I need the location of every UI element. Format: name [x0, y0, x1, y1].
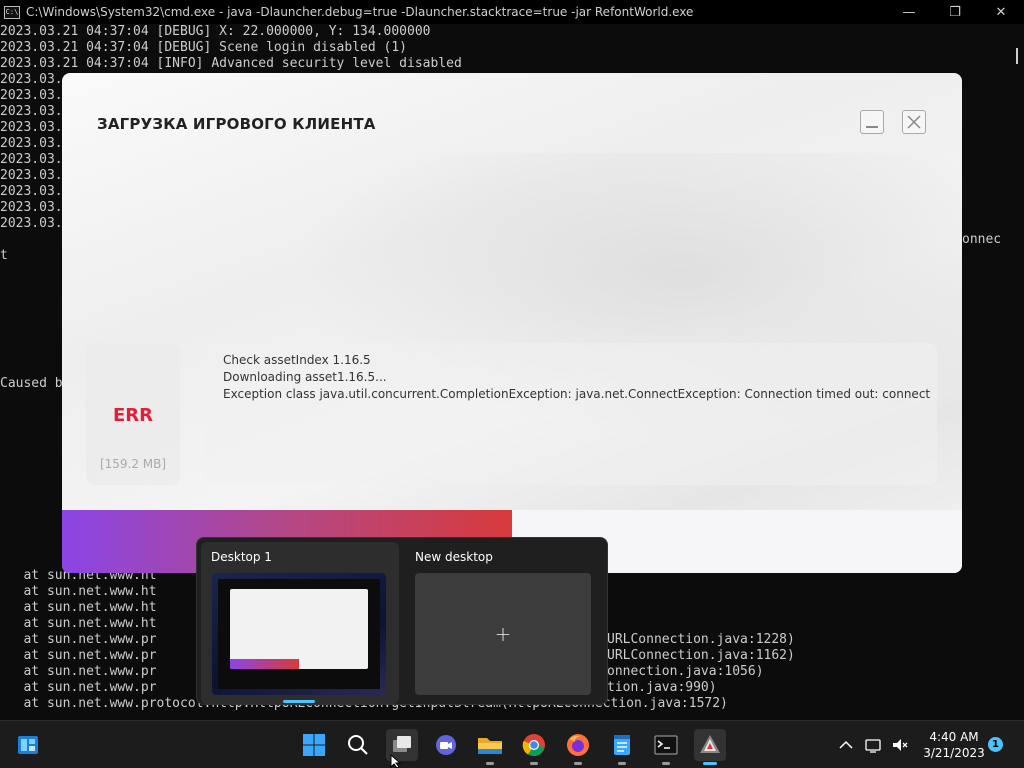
- windows-logo-icon: [303, 734, 325, 756]
- console-line: at sun.net.www.pr: [0, 664, 157, 679]
- console-line: at sun.net.www.ht: [0, 584, 157, 599]
- console-line: at sun.net.www.ht: [0, 600, 157, 615]
- cmd-window-title: C:\Windows\System32\cmd.exe - java -Dlau…: [26, 5, 694, 19]
- console-line: tion.java:990): [607, 680, 717, 695]
- search-button[interactable]: [342, 729, 374, 761]
- launcher-app-button[interactable]: [694, 729, 726, 765]
- log-line: Exception class java.util.concurrent.Com…: [223, 387, 931, 401]
- active-app-indicator: [703, 762, 717, 765]
- widgets-icon: [18, 736, 38, 754]
- console-line: at sun.net.www.pr: [0, 680, 157, 695]
- widgets-button[interactable]: [12, 729, 44, 761]
- download-log: Check assetIndex 1.16.5 Downloading asse…: [205, 343, 937, 485]
- close-icon: [907, 115, 921, 129]
- status-error-label: ERR: [112, 405, 154, 426]
- game-launcher-icon: [700, 735, 720, 753]
- teams-chat-button[interactable]: [430, 729, 462, 761]
- console-line: 2023.03.: [0, 168, 63, 183]
- thumbnail-launcher: [230, 589, 368, 669]
- network-icon: [865, 739, 881, 753]
- start-button[interactable]: [298, 729, 330, 761]
- log-line: Downloading asset1.16.5...: [223, 370, 387, 384]
- volume-button[interactable]: [886, 729, 914, 761]
- thumbnail-progress: [230, 659, 299, 669]
- console-line: 2023.03.: [0, 152, 63, 167]
- running-indicator: [618, 762, 626, 765]
- mouse-cursor-icon: [390, 754, 402, 768]
- console-line: onnection.java:1056): [607, 664, 764, 679]
- console-line: 2023.03.: [0, 200, 63, 215]
- cmd-titlebar[interactable]: C:\ C:\Windows\System32\cmd.exe - java -…: [0, 0, 1024, 24]
- download-status-card: ERR [159.2 MB]: [86, 343, 180, 485]
- console-line: 2023.03.21 04:37:04 [DEBUG] X: 22.000000…: [0, 24, 431, 39]
- show-hidden-icons-button[interactable]: [832, 729, 860, 761]
- notification-badge[interactable]: 1: [988, 737, 1003, 752]
- running-indicator: [574, 762, 582, 765]
- clock-time: 4:40 AM: [929, 730, 979, 744]
- cmd-minimize-button[interactable]: —: [886, 0, 932, 24]
- console-line: 2023.03.: [0, 88, 63, 103]
- launcher-close-button[interactable]: [902, 110, 926, 134]
- volume-muted-icon: [893, 739, 908, 751]
- console-line: at sun.net.www.ht: [0, 616, 157, 631]
- launcher-minimize-button[interactable]: [860, 110, 884, 134]
- terminal-icon: [654, 735, 678, 755]
- running-indicator: [530, 762, 538, 765]
- console-line: at sun.net.www.pr: [0, 648, 157, 663]
- running-indicator: [662, 762, 670, 765]
- search-icon: [348, 735, 368, 755]
- cmd-maximize-button[interactable]: ❐: [932, 0, 978, 24]
- new-desktop-label: New desktop: [415, 550, 493, 564]
- running-indicator: [486, 762, 494, 765]
- console-line: at sun.net.www.pr: [0, 632, 157, 647]
- console-line: 2023.03.21 04:37:04 [DEBUG] Scene login …: [0, 40, 407, 55]
- chrome-button[interactable]: [518, 729, 550, 765]
- console-line: 2023.03.: [0, 120, 63, 135]
- console-line: 2023.03.: [0, 136, 63, 151]
- clock-date: 3/21/2023: [923, 746, 985, 760]
- new-desktop-button[interactable]: +: [415, 573, 591, 695]
- log-line: Check assetIndex 1.16.5: [223, 353, 371, 367]
- console-line: onnec: [962, 232, 1002, 247]
- console-line: 2023.03.: [0, 104, 63, 119]
- console-line: 2023.03.: [0, 184, 63, 199]
- launcher-title: ЗАГРУЗКА ИГРОВОГО КЛИЕНТА: [97, 115, 376, 133]
- firefox-button[interactable]: [562, 729, 594, 765]
- desktop-1-thumbnail[interactable]: [212, 573, 386, 695]
- console-line: 2023.03.21 04:37:04 [INFO] Advanced secu…: [0, 56, 462, 71]
- network-status-button[interactable]: [860, 729, 888, 761]
- taskbar: 4:40 AM 3/21/2023 1: [0, 720, 1024, 768]
- task-view-popup: Desktop 1 New desktop +: [196, 537, 608, 705]
- firefox-icon: [567, 734, 589, 756]
- download-size-label: [159.2 MB]: [99, 457, 167, 471]
- notepad-button[interactable]: [606, 729, 638, 765]
- file-explorer-button[interactable]: [474, 729, 506, 765]
- console-line: t: [0, 248, 8, 263]
- chrome-icon: [522, 734, 545, 757]
- console-line: 2023.03.: [0, 72, 63, 87]
- folder-icon: [478, 738, 502, 754]
- console-line: URLConnection.java:1228): [607, 632, 795, 647]
- cmd-icon: C:\: [4, 5, 20, 19]
- console-line: URLConnection.java:1162): [607, 648, 795, 663]
- active-desktop-indicator: [283, 700, 315, 703]
- launcher-window[interactable]: ЗАГРУЗКА ИГРОВОГО КЛИЕНТА ERR [159.2 MB]…: [62, 73, 962, 573]
- desktop-1-label: Desktop 1: [211, 550, 272, 564]
- console-line: 2023.03.: [0, 216, 63, 231]
- teams-chat-icon: [436, 735, 456, 755]
- notepad-icon: [614, 735, 630, 755]
- terminal-button[interactable]: [650, 729, 682, 765]
- console-line: Caused b: [0, 376, 63, 391]
- cmd-close-button[interactable]: ✕: [978, 0, 1024, 24]
- plus-icon: +: [494, 622, 512, 646]
- chevron-up-icon: [839, 740, 853, 749]
- clock[interactable]: 4:40 AM 3/21/2023: [920, 729, 988, 761]
- cmd-scrollbar-thumb[interactable]: [1016, 48, 1018, 64]
